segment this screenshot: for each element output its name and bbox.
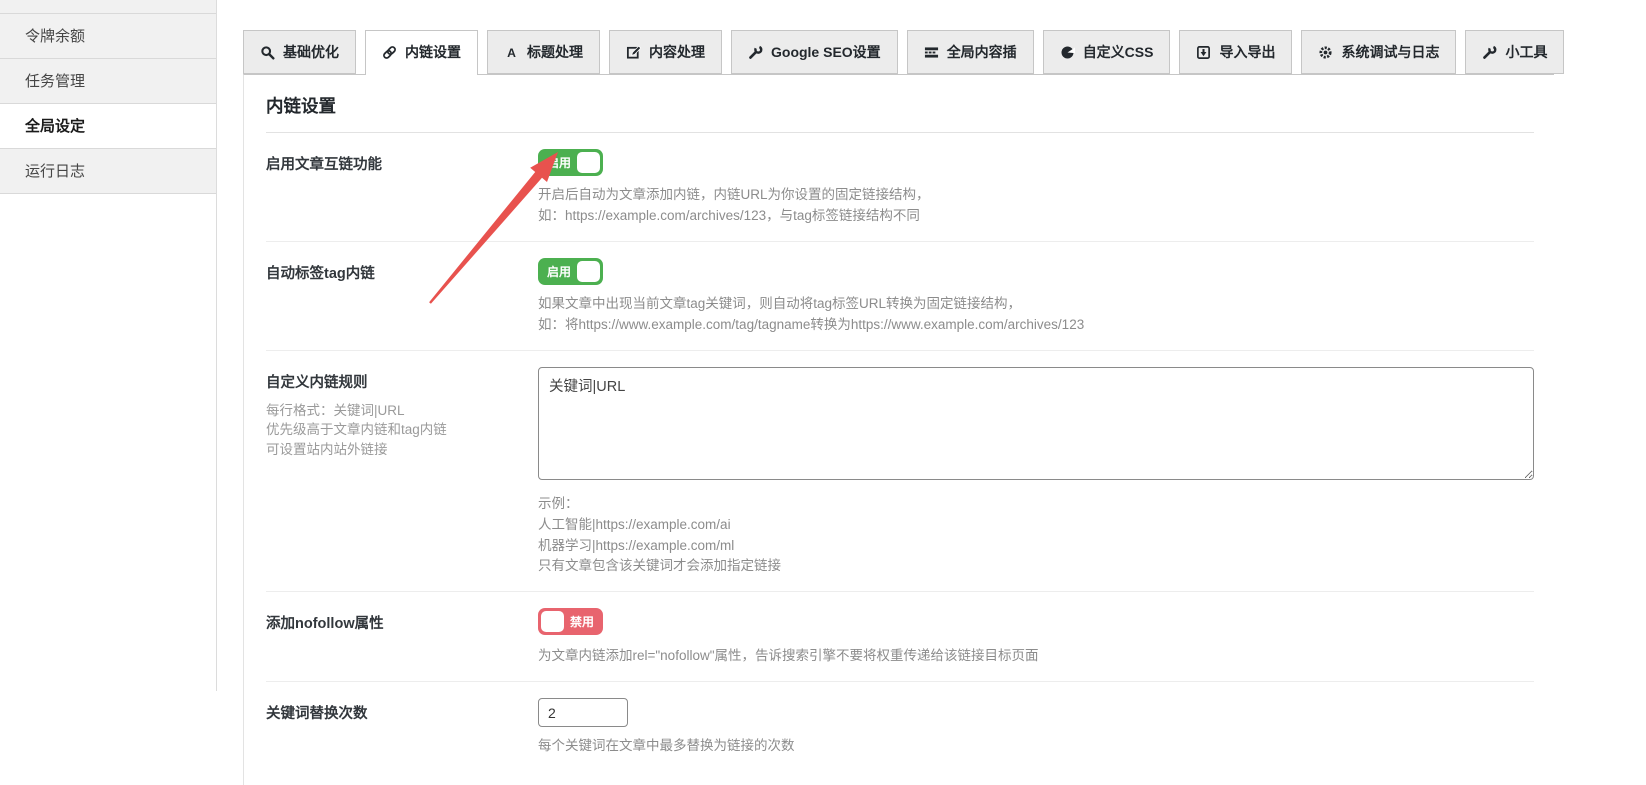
custom-link-rules-textarea[interactable]: 关键词|URL <box>538 367 1534 480</box>
tab-label: 内链设置 <box>405 42 461 62</box>
setting-label: 添加nofollow属性 <box>266 612 520 633</box>
tab-system-debug-logs[interactable]: 系统调试与日志 <box>1301 30 1456 74</box>
toggle-state-label: 启用 <box>541 263 577 280</box>
sidebar-item-task-management[interactable]: 任务管理 <box>0 59 216 104</box>
tab-content-processing[interactable]: 内容处理 <box>609 30 722 74</box>
setting-description: 如果文章中出现当前文章tag关键词，则自动将tag标签URL转换为固定链接结构，… <box>538 294 1534 336</box>
tab-tools[interactable]: 小工具 <box>1465 30 1564 74</box>
tab-internal-links[interactable]: 内链设置 <box>365 30 478 75</box>
wrench-icon <box>1482 45 1497 60</box>
tab-label: 内容处理 <box>649 42 705 62</box>
toggle-knob <box>577 152 600 173</box>
toggle-state-label: 禁用 <box>564 613 600 630</box>
setting-label: 自定义内链规则 <box>266 371 520 392</box>
letter-a-icon: A <box>504 45 519 60</box>
setting-label: 启用文章互链功能 <box>266 153 520 174</box>
page-title: 内链设置 <box>266 75 1534 133</box>
setting-row-enable-article-links: 启用文章互链功能 启用 开启后自动为文章添加内链，内链URL为你设置的固定链接结… <box>266 133 1534 242</box>
settings-tabbar: 基础优化 内链设置 A 标题处理 内容处理 Google SEO设置 <box>243 30 1554 74</box>
sidebar-item-partial <box>0 0 216 14</box>
setting-description: 开启后自动为文章添加内链，内链URL为你设置的固定链接结构， 如：https:/… <box>538 185 1534 227</box>
tab-custom-css[interactable]: 自定义CSS <box>1043 30 1171 74</box>
svg-text:A: A <box>507 46 516 60</box>
tab-label: 小工具 <box>1505 42 1547 62</box>
appearance-icon <box>1060 45 1075 60</box>
tab-import-export[interactable]: 导入导出 <box>1179 30 1292 74</box>
tab-label: 全局内容插 <box>947 42 1017 62</box>
tab-label: 基础优化 <box>283 42 339 62</box>
setting-row-auto-tag-links: 自动标签tag内链 启用 如果文章中出现当前文章tag关键词，则自动将tag标签… <box>266 242 1534 351</box>
link-icon <box>382 45 397 60</box>
sidebar: 令牌余额 任务管理 全局设定 运行日志 <box>0 0 217 691</box>
tab-global-content-insert[interactable]: 全局内容插 <box>907 30 1034 74</box>
tab-basic-optimization[interactable]: 基础优化 <box>243 30 356 74</box>
setting-description: 每个关键词在文章中最多替换为链接的次数 <box>538 736 1534 757</box>
download-icon <box>1196 45 1211 60</box>
setting-label: 自动标签tag内链 <box>266 262 520 283</box>
toggle-nofollow[interactable]: 禁用 <box>538 608 603 635</box>
toggle-knob <box>541 611 564 632</box>
tab-label: 导入导出 <box>1219 42 1275 62</box>
setting-description: 示例： 人工智能|https://example.com/ai 机器学习|htt… <box>538 494 1534 578</box>
setting-description: 为文章内链添加rel="nofollow"属性，告诉搜索引擎不要将权重传递给该链… <box>538 646 1534 667</box>
edit-icon <box>626 45 641 60</box>
tab-label: 标题处理 <box>527 42 583 62</box>
tab-label: 自定义CSS <box>1083 42 1154 62</box>
setting-row-replace-count: 关键词替换次数 每个关键词在文章中最多替换为链接的次数 <box>266 682 1534 771</box>
main-content: 基础优化 内链设置 A 标题处理 内容处理 Google SEO设置 <box>243 30 1554 785</box>
sidebar-item-run-logs[interactable]: 运行日志 <box>0 149 216 194</box>
keyword-replace-count-input[interactable] <box>538 698 628 727</box>
setting-label-notes: 每行格式：关键词|URL 优先级高于文章内链和tag内链 可设置站内站外链接 <box>266 401 520 460</box>
internal-links-panel: 内链设置 启用文章互链功能 启用 开启后自动为文章添加内链，内链URL为你设置的… <box>243 74 1554 785</box>
tools-icon <box>748 45 763 60</box>
toggle-knob <box>577 261 600 282</box>
insert-lines-icon <box>924 45 939 60</box>
toggle-state-label: 启用 <box>541 154 577 171</box>
tab-label: Google SEO设置 <box>771 42 881 62</box>
toggle-auto-tag-links[interactable]: 启用 <box>538 258 603 285</box>
setting-row-custom-link-rules: 自定义内链规则 每行格式：关键词|URL 优先级高于文章内链和tag内链 可设置… <box>266 351 1534 593</box>
gear-icon <box>1318 45 1333 60</box>
toggle-enable-article-links[interactable]: 启用 <box>538 149 603 176</box>
setting-row-nofollow: 添加nofollow属性 禁用 为文章内链添加rel="nofollow"属性，… <box>266 592 1534 682</box>
sidebar-item-global-settings[interactable]: 全局设定 <box>0 104 216 149</box>
search-icon <box>260 45 275 60</box>
setting-label: 关键词替换次数 <box>266 702 520 723</box>
tab-label: 系统调试与日志 <box>1341 42 1439 62</box>
sidebar-item-token-balance[interactable]: 令牌余额 <box>0 14 216 59</box>
tab-title-processing[interactable]: A 标题处理 <box>487 30 600 74</box>
tab-google-seo[interactable]: Google SEO设置 <box>731 30 898 74</box>
